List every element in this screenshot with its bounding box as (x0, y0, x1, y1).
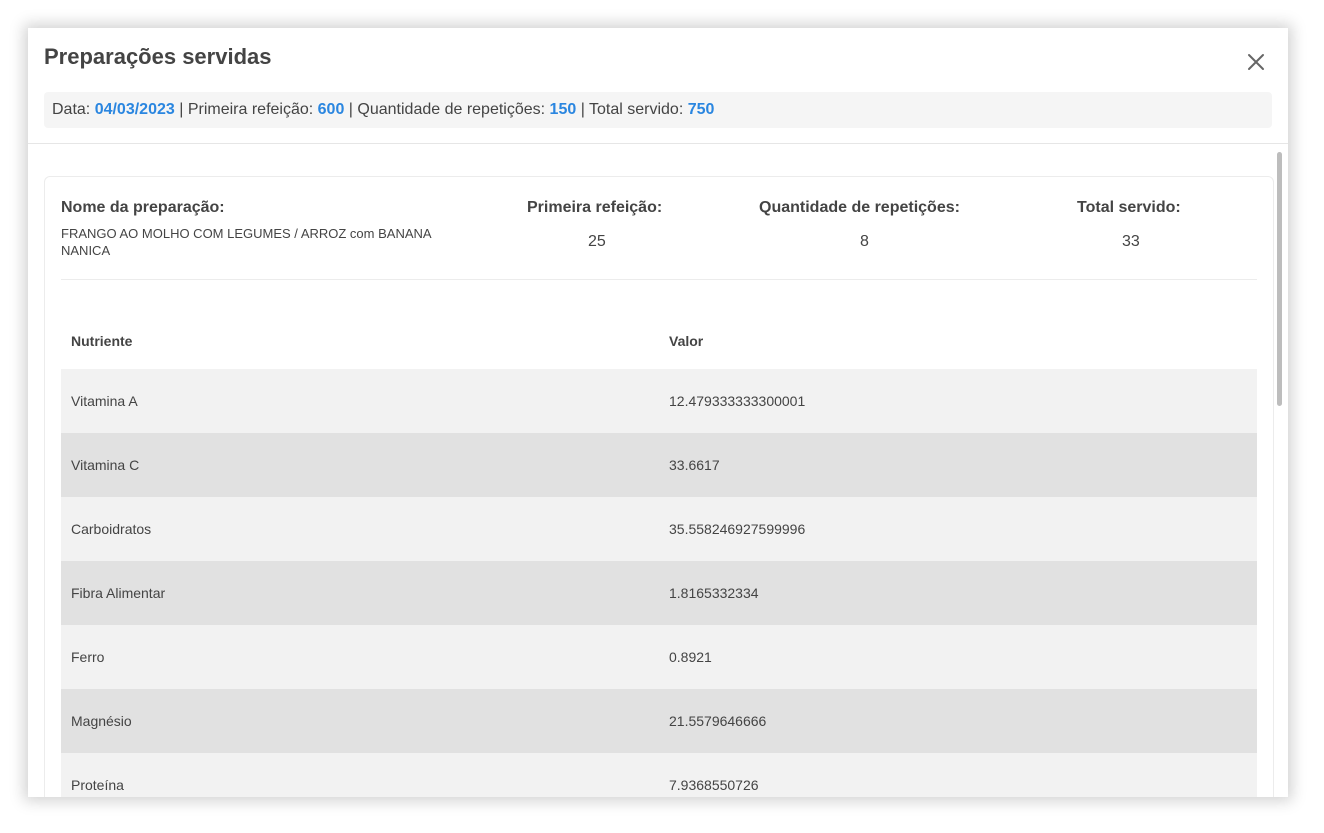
value-cell: 21.5579646666 (659, 689, 1257, 753)
prep-name-value: FRANGO AO MOLHO COM LEGUMES / ARROZ com … (61, 226, 431, 258)
nutrient-cell: Magnésio (61, 689, 659, 753)
value-cell: 7.9368550726 (659, 753, 1257, 797)
column-header-value: Valor (669, 333, 704, 349)
table-row: Proteína 7.9368550726 (61, 753, 1257, 797)
nutrients-table: Nutriente Valor Vitamina A 12.4793333333… (61, 313, 1257, 797)
nutrient-cell: Proteína (61, 753, 659, 797)
nutrient-cell: Vitamina A (61, 369, 659, 433)
nutrient-cell: Carboidratos (61, 497, 659, 561)
table-row: Magnésio 21.5579646666 (61, 689, 1257, 753)
table-row: Carboidratos 35.558246927599996 (61, 497, 1257, 561)
date-value: 04/03/2023 (94, 101, 180, 118)
nutrient-cell: Ferro (61, 625, 659, 689)
repetitions-label: Quantidade de repetições: (357, 101, 550, 118)
close-icon (1248, 54, 1264, 70)
prep-repetitions-label: Quantidade de repetições: (759, 199, 960, 216)
table-row: Ferro 0.8921 (61, 625, 1257, 689)
table-row: Vitamina A 12.479333333300001 (61, 369, 1257, 433)
value-cell: 1.8165332334 (659, 561, 1257, 625)
date-label: Data: (52, 101, 95, 118)
prep-repetitions-value: 8 (860, 233, 869, 250)
table-row: Vitamina C 33.6617 (61, 433, 1257, 497)
column-header-nutrient: Nutriente (71, 333, 133, 349)
summary-bar: Data: 04/03/2023 | Primeira refeição: 60… (44, 92, 1272, 128)
preparation-header: Nome da preparação: FRANGO AO MOLHO COM … (45, 177, 1273, 281)
prep-name-label: Nome da preparação: (61, 199, 225, 216)
value-cell: 0.8921 (659, 625, 1257, 689)
scrollbar-thumb[interactable] (1277, 152, 1282, 406)
nutrient-cell: Fibra Alimentar (61, 561, 659, 625)
value-cell: 12.479333333300001 (659, 369, 1257, 433)
value-cell: 33.6617 (659, 433, 1257, 497)
nutrient-cell: Vitamina C (61, 433, 659, 497)
prep-total-label: Total servido: (1077, 199, 1181, 216)
first-meal-label: Primeira refeição: (187, 101, 318, 118)
total-value: 750 (687, 101, 715, 118)
prep-total-value: 33 (1122, 233, 1140, 250)
prep-first-meal-label: Primeira refeição: (527, 199, 663, 216)
separator: | (580, 101, 589, 118)
modal-body[interactable]: Nome da preparação: FRANGO AO MOLHO COM … (28, 144, 1288, 797)
table-row: Fibra Alimentar 1.8165332334 (61, 561, 1257, 625)
separator: | (179, 101, 188, 118)
prep-first-meal-value: 25 (588, 233, 606, 250)
preparation-card: Nome da preparação: FRANGO AO MOLHO COM … (44, 176, 1274, 797)
repetitions-value: 150 (549, 101, 581, 118)
modal-title: Preparações servidas (44, 44, 272, 69)
total-label: Total servido: (589, 101, 688, 118)
value-cell: 35.558246927599996 (659, 497, 1257, 561)
table-header-row: Nutriente Valor (61, 313, 1257, 369)
preparation-divider (61, 279, 1257, 280)
first-meal-value: 600 (317, 101, 349, 118)
modal-header: Preparações servidas Data: 04/03/2023 | … (28, 28, 1288, 144)
preparations-modal: Preparações servidas Data: 04/03/2023 | … (28, 28, 1288, 797)
close-button[interactable] (1244, 50, 1268, 74)
